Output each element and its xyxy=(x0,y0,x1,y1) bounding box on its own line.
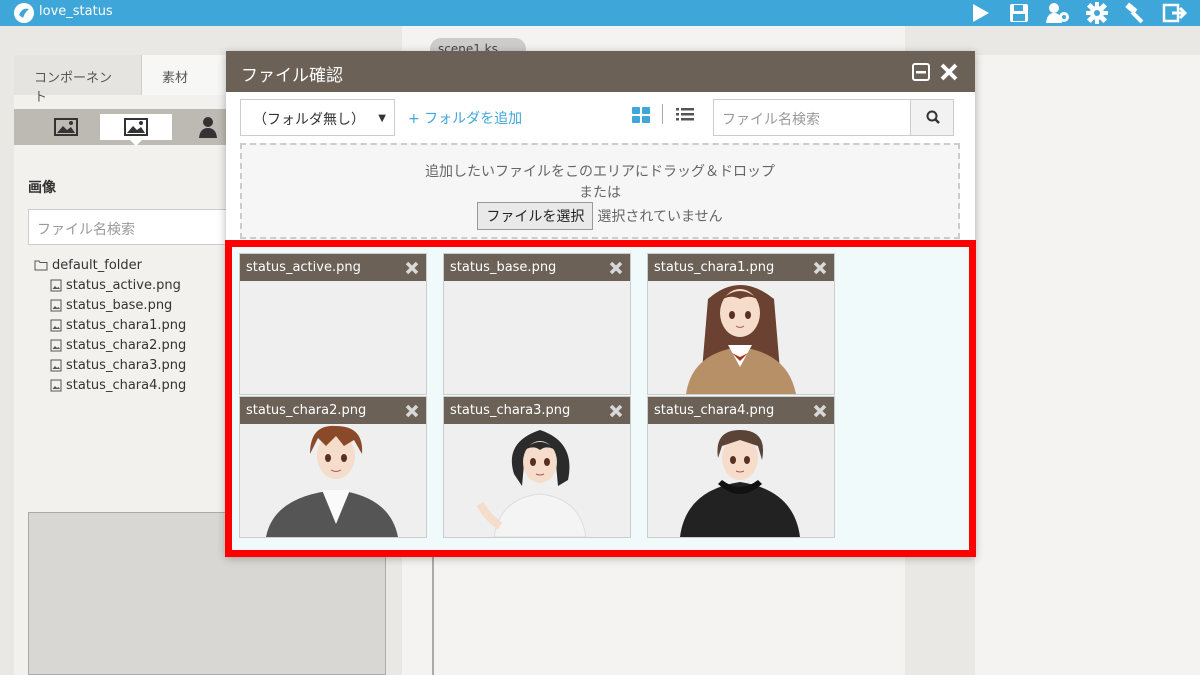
file-tree: default_folder status_active.png status_b… xyxy=(34,255,186,395)
users-icon[interactable] xyxy=(1045,2,1071,24)
section-heading: 画像 xyxy=(28,180,56,196)
file-card-header: status_chara1.png xyxy=(648,254,834,281)
file-thumbnail xyxy=(648,424,834,537)
file-name: status_active.png xyxy=(66,277,181,293)
file-row[interactable]: status_chara2.png xyxy=(34,335,186,355)
folder-select[interactable]: （フォルダ無し） ▼ xyxy=(240,99,395,136)
delete-icon[interactable] xyxy=(608,403,624,419)
file-card[interactable]: status_active.png xyxy=(239,253,427,395)
file-row[interactable]: status_base.png xyxy=(34,295,186,315)
file-name: status_chara1.png xyxy=(66,317,187,333)
list-view-icon[interactable] xyxy=(675,106,695,124)
grid-view-icon[interactable] xyxy=(631,106,651,124)
chevron-down-icon: ▼ xyxy=(378,113,386,124)
drop-zone-or: または xyxy=(579,185,621,201)
delete-icon[interactable] xyxy=(608,260,624,276)
app-titlebar: love_status xyxy=(0,0,1200,26)
file-card[interactable]: status_base.png xyxy=(443,253,631,395)
file-thumbnail xyxy=(444,281,630,394)
file-thumbnail xyxy=(648,281,834,394)
file-name: status_base.png xyxy=(66,297,173,313)
no-file-selected-text: 選択されていません xyxy=(597,209,723,225)
folder-select-value: （フォルダ無し） xyxy=(253,112,365,128)
file-card-header: status_active.png xyxy=(240,254,426,281)
file-name: status_chara3.png xyxy=(66,357,187,373)
file-gallery: status_active.png status_base.png status_c… xyxy=(225,240,976,557)
file-card-name: status_active.png xyxy=(246,260,361,275)
file-card[interactable]: status_chara1.png xyxy=(647,253,835,395)
folder-row[interactable]: default_folder xyxy=(34,255,186,275)
delete-icon[interactable] xyxy=(812,260,828,276)
background-image-icon[interactable] xyxy=(52,115,80,139)
right-area xyxy=(975,55,1200,675)
search-button[interactable] xyxy=(910,99,954,136)
file-row[interactable]: status_chara1.png xyxy=(34,315,186,335)
save-icon[interactable] xyxy=(1006,2,1032,24)
image-file-icon xyxy=(50,299,62,311)
tab-components[interactable]: コンポーネント xyxy=(14,55,142,105)
play-icon[interactable] xyxy=(967,2,993,24)
file-card-name: status_chara3.png xyxy=(450,403,571,418)
view-divider xyxy=(662,104,663,124)
minimize-icon[interactable] xyxy=(911,62,931,82)
file-row[interactable]: status_chara3.png xyxy=(34,355,186,375)
file-name: status_chara4.png xyxy=(66,377,187,393)
dialog-header: ファイル確認 xyxy=(226,51,975,92)
delete-icon[interactable] xyxy=(404,260,420,276)
drop-zone[interactable]: 追加したいファイルをこのエリアにドラッグ＆ドロップ または ファイルを選択 選択… xyxy=(240,143,960,239)
choose-file-button[interactable]: ファイルを選択 xyxy=(477,202,594,230)
image-file-icon xyxy=(50,319,62,331)
file-card-header: status_chara2.png xyxy=(240,397,426,424)
file-card-name: status_chara1.png xyxy=(654,260,775,275)
file-card-name: status_base.png xyxy=(450,260,557,275)
add-folder-link[interactable]: + フォルダを追加 xyxy=(408,108,522,128)
file-card[interactable]: status_chara3.png xyxy=(443,396,631,538)
editor-area[interactable] xyxy=(432,548,905,675)
dialog-toolbar: （フォルダ無し） ▼ + フォルダを追加 ファイル名検索 xyxy=(226,92,975,144)
drop-zone-instruction: 追加したいファイルをこのエリアにドラッグ＆ドロップ xyxy=(425,164,775,180)
file-search-input[interactable]: ファイル名検索 xyxy=(28,209,258,245)
file-thumbnail xyxy=(240,281,426,394)
folder-name: default_folder xyxy=(52,257,142,273)
app-title: love_status xyxy=(39,4,113,19)
image-file-icon xyxy=(50,359,62,371)
dialog-title: ファイル確認 xyxy=(241,66,343,86)
app-logo-icon xyxy=(14,3,34,23)
image-file-icon xyxy=(50,279,62,291)
export-icon[interactable] xyxy=(1162,2,1188,24)
file-card[interactable]: status_chara4.png xyxy=(647,396,835,538)
image-file-icon xyxy=(50,379,62,391)
character-icon[interactable] xyxy=(194,115,222,139)
file-card-header: status_chara4.png xyxy=(648,397,834,424)
close-icon[interactable] xyxy=(939,62,959,82)
folder-icon xyxy=(34,260,48,271)
delete-icon[interactable] xyxy=(404,403,420,419)
file-row[interactable]: status_chara4.png xyxy=(34,375,186,395)
file-card-name: status_chara4.png xyxy=(654,403,775,418)
file-card[interactable]: status_chara2.png xyxy=(239,396,427,538)
dialog-search-input[interactable]: ファイル名検索 xyxy=(713,99,910,136)
file-row[interactable]: status_active.png xyxy=(34,275,186,295)
search-icon xyxy=(926,110,940,124)
file-card-header: status_chara3.png xyxy=(444,397,630,424)
file-thumbnail xyxy=(444,424,630,537)
file-name: status_chara2.png xyxy=(66,337,187,353)
file-card-name: status_chara2.png xyxy=(246,403,367,418)
gear-icon[interactable] xyxy=(1084,2,1110,24)
delete-icon[interactable] xyxy=(812,403,828,419)
image-file-icon xyxy=(50,339,62,351)
file-card-header: status_base.png xyxy=(444,254,630,281)
image-icon[interactable] xyxy=(122,115,150,139)
file-confirm-dialog: ファイル確認 （フォルダ無し） ▼ + フォルダを追加 ファイル名検索 追加した… xyxy=(225,51,976,557)
hammer-icon[interactable] xyxy=(1123,2,1149,24)
file-thumbnail xyxy=(240,424,426,537)
